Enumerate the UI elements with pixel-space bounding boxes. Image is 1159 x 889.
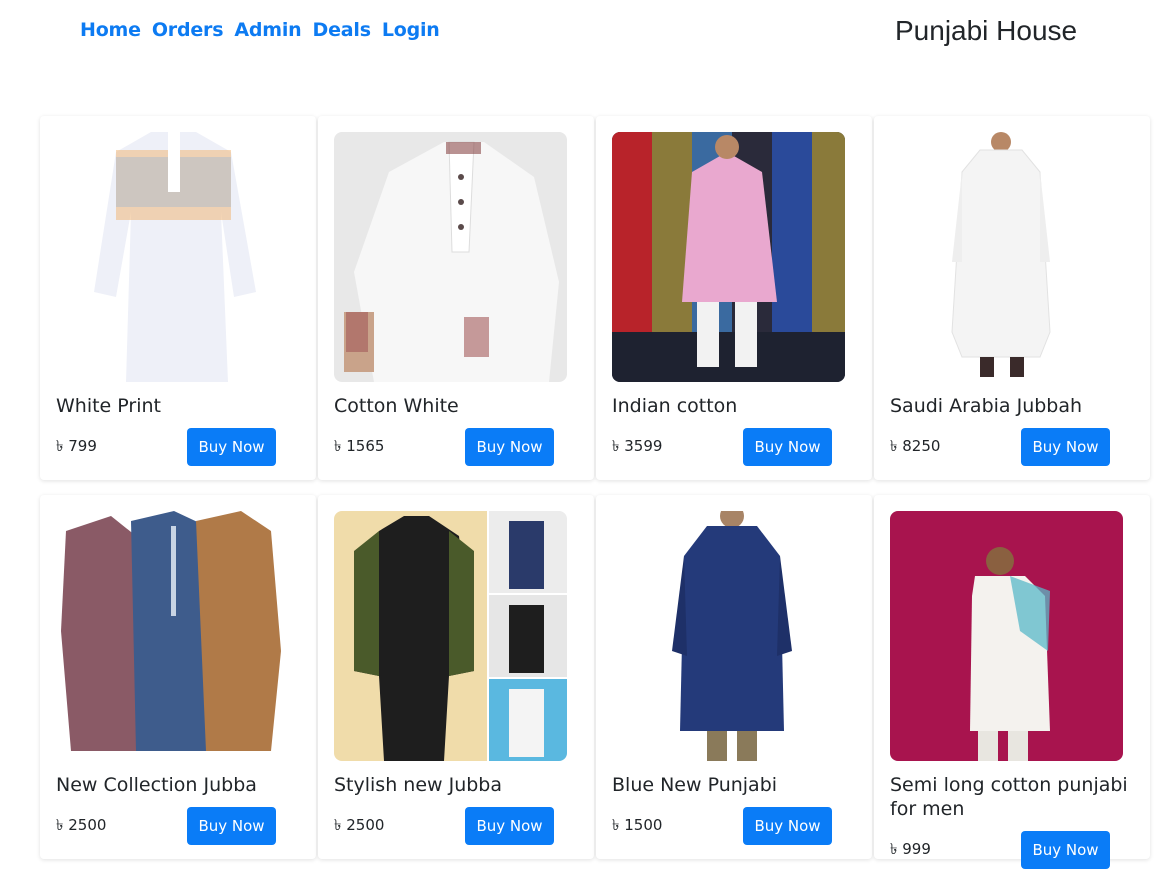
product-image-blue-new-punjabi[interactable] bbox=[612, 511, 845, 761]
buy-now-button[interactable]: Buy Now bbox=[187, 428, 276, 466]
product-card: Indian cotton ৳ 3599 Buy Now bbox=[596, 116, 872, 480]
buy-now-button[interactable]: Buy Now bbox=[743, 428, 832, 466]
product-price: ৳ 8250 bbox=[890, 436, 941, 455]
product-title: White Print bbox=[56, 395, 161, 417]
product-title: Indian cotton bbox=[612, 395, 738, 417]
product-image-indian-cotton[interactable] bbox=[612, 132, 845, 382]
product-title: Semi long cotton punjabi for men bbox=[890, 774, 1128, 820]
product-title: Blue New Punjabi bbox=[612, 774, 778, 796]
product-grid: White Print ৳ 799 Buy Now Cotton White ৳… bbox=[40, 116, 1150, 869]
brand-title: Punjabi House bbox=[895, 15, 1078, 46]
product-image-saudi-arabia-jubbah[interactable] bbox=[890, 132, 1123, 382]
product-card: New Collection Jubba ৳ 2500 Buy Now bbox=[40, 495, 316, 859]
nav-link-admin[interactable]: Admin bbox=[234, 19, 301, 41]
buy-now-button[interactable]: Buy Now bbox=[1021, 831, 1110, 869]
product-price: ৳ 799 bbox=[56, 436, 97, 455]
product-title: Stylish new Jubba bbox=[334, 774, 503, 796]
product-image-new-collection-jubba[interactable] bbox=[56, 511, 289, 761]
product-title: Saudi Arabia Jubbah bbox=[890, 395, 1083, 417]
buy-now-button[interactable]: Buy Now bbox=[187, 807, 276, 845]
product-price: ৳ 2500 bbox=[56, 815, 107, 834]
product-card: Saudi Arabia Jubbah ৳ 8250 Buy Now bbox=[874, 116, 1150, 480]
nav-link-orders[interactable]: Orders bbox=[152, 19, 224, 41]
product-title: Cotton White bbox=[334, 395, 459, 417]
navbar: Home Orders Admin Deals Login Punjabi Ho… bbox=[0, 0, 1159, 70]
product-title: New Collection Jubba bbox=[56, 774, 257, 796]
buy-now-button[interactable]: Buy Now bbox=[1021, 428, 1110, 466]
product-price: ৳ 2500 bbox=[334, 815, 385, 834]
product-card: White Print ৳ 799 Buy Now bbox=[40, 116, 316, 480]
product-image-white-print[interactable] bbox=[56, 132, 289, 382]
product-image-cotton-white[interactable] bbox=[334, 132, 567, 382]
product-price: ৳ 3599 bbox=[612, 436, 663, 455]
product-price: ৳ 1500 bbox=[612, 815, 663, 834]
product-card: Blue New Punjabi ৳ 1500 Buy Now bbox=[596, 495, 872, 859]
buy-now-button[interactable]: Buy Now bbox=[743, 807, 832, 845]
product-image-stylish-new-jubba[interactable] bbox=[334, 511, 567, 761]
nav-link-home[interactable]: Home bbox=[80, 19, 141, 41]
nav-link-deals[interactable]: Deals bbox=[313, 19, 372, 41]
buy-now-button[interactable]: Buy Now bbox=[465, 807, 554, 845]
nav-links: Home Orders Admin Deals Login bbox=[80, 19, 451, 41]
product-card: Semi long cotton punjabi for men ৳ 999 B… bbox=[874, 495, 1150, 869]
nav-link-login[interactable]: Login bbox=[382, 19, 440, 41]
buy-now-button[interactable]: Buy Now bbox=[465, 428, 554, 466]
product-card: Cotton White ৳ 1565 Buy Now bbox=[318, 116, 594, 480]
product-image-semi-long-cotton-punjabi[interactable] bbox=[890, 511, 1123, 761]
product-price: ৳ 999 bbox=[890, 839, 931, 858]
product-card: Stylish new Jubba ৳ 2500 Buy Now bbox=[318, 495, 594, 859]
product-price: ৳ 1565 bbox=[334, 436, 385, 455]
